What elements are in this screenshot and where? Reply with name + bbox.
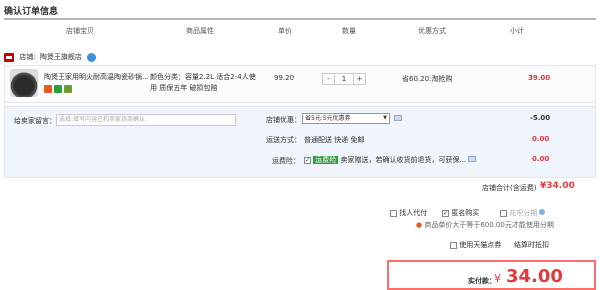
store-name-link[interactable]: 陶煲王旗舰店 bbox=[40, 53, 82, 61]
quantity-minus-button[interactable]: - bbox=[323, 74, 334, 84]
col-header-subtotal: 小计 bbox=[510, 27, 524, 35]
insurance-tag: 运费险 bbox=[313, 156, 339, 164]
coupon-value: -5.00 bbox=[530, 114, 551, 122]
store-label: 店铺: bbox=[19, 53, 36, 61]
option-installment[interactable]: 花呗分期 bbox=[500, 208, 546, 218]
proxy-label: 找人代付 bbox=[399, 209, 428, 217]
help-icon[interactable] bbox=[539, 209, 546, 215]
tmall-card-option[interactable]: 使用天猫点券 bbox=[450, 240, 501, 250]
installment-note-text: 商品单价大于等于600.00元才能使用分期 bbox=[424, 221, 554, 229]
pay-amount: 34.00 bbox=[506, 266, 563, 287]
divider bbox=[4, 18, 596, 20]
quantity-plus-button[interactable]: + bbox=[354, 74, 365, 84]
product-thumbnail[interactable] bbox=[10, 69, 38, 97]
installment-checkbox[interactable] bbox=[500, 209, 507, 217]
pay-label: 实付款： bbox=[468, 277, 496, 285]
col-header-price: 单价 bbox=[278, 27, 292, 35]
pay-currency: ¥ bbox=[494, 272, 501, 285]
anonymous-label: 匿名购买 bbox=[451, 209, 480, 217]
item-row bbox=[4, 65, 596, 103]
tmall-store-icon bbox=[4, 52, 14, 62]
insurance-label: 运费险： bbox=[272, 157, 300, 165]
wangwang-chat-icon[interactable] bbox=[87, 52, 97, 62]
coupon-note-icon[interactable] bbox=[394, 115, 402, 121]
quantity-stepper: - 1 + bbox=[322, 73, 366, 85]
seven-day-return-icon bbox=[44, 85, 52, 93]
item-subtotal: 39.00 bbox=[528, 74, 551, 82]
anonymous-checkbox[interactable] bbox=[442, 209, 449, 217]
col-header-discount: 优惠方式 bbox=[418, 27, 446, 35]
insurance-value: 0.00 bbox=[532, 155, 550, 163]
product-attributes-2: 用 质保五年 破损包赔 bbox=[150, 84, 218, 92]
product-attributes: 颜色分类：容量2.2L 适合2-4人使 bbox=[150, 73, 256, 81]
shipping-method: 普通配送 快递 免邮 bbox=[304, 136, 365, 144]
message-label: 给卖家留言： bbox=[14, 117, 56, 125]
store-total-label: 店铺合计(含运费) bbox=[482, 184, 537, 192]
option-anonymous[interactable]: 匿名购买 bbox=[442, 208, 479, 218]
insurance-row: 运费险 卖家赠送，若确认收货前退货，可获保... bbox=[304, 155, 477, 165]
quantity-input[interactable]: 1 bbox=[334, 74, 354, 84]
location-pin-icon: ● bbox=[416, 221, 423, 229]
guarantee-icon bbox=[54, 85, 62, 93]
coupon-select[interactable]: 省5元:5元优惠券 bbox=[302, 113, 390, 124]
installment-note: ● 商品单价大于等于600.00元才能使用分期 bbox=[416, 220, 554, 230]
option-proxy[interactable]: 找人代付 bbox=[390, 208, 427, 218]
page-title: 确认订单信息 bbox=[4, 7, 59, 17]
discount-text: 省60.20:淘抢购 bbox=[402, 75, 453, 83]
tmall-card-checkbox[interactable] bbox=[450, 241, 457, 249]
col-header-quantity: 数量 bbox=[342, 27, 356, 35]
message-input[interactable]: 选填:填写内容已和卖家协商确认 bbox=[56, 114, 236, 126]
insurance-note-icon[interactable] bbox=[468, 156, 477, 162]
tmall-card-label: 使用天猫点券 bbox=[459, 241, 502, 249]
tmall-card-action: 结算时抵扣 bbox=[514, 241, 549, 249]
insurance-text: 卖家赠送，若确认收货前退货，可获保... bbox=[340, 156, 467, 164]
service-icon bbox=[64, 85, 72, 93]
product-title-link[interactable]: 陶煲王家用明火耐高温陶瓷砂锅... bbox=[44, 72, 149, 82]
col-header-store-item: 店铺宝贝 bbox=[66, 27, 94, 35]
unit-price: 99.20 bbox=[274, 74, 295, 82]
shipping-label: 运送方式： bbox=[266, 136, 301, 144]
installment-label: 花呗分期 bbox=[509, 209, 538, 217]
insurance-checkbox[interactable] bbox=[304, 156, 311, 164]
col-header-attributes: 商品属性 bbox=[186, 27, 214, 35]
shipping-value: 0.00 bbox=[532, 135, 550, 143]
store-row: 店铺: 陶煲王旗舰店 bbox=[4, 52, 97, 62]
coupon-label: 店铺优惠： bbox=[266, 116, 301, 124]
proxy-checkbox[interactable] bbox=[390, 209, 397, 217]
store-total-value: ¥34.00 bbox=[540, 181, 575, 191]
